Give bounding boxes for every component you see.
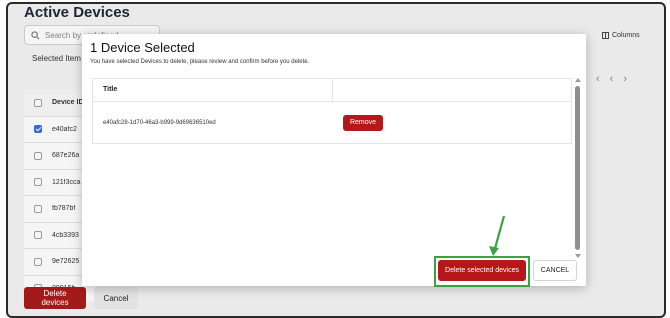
delete-selected-devices-button[interactable]: Delete selected devices [438, 260, 526, 281]
selected-devices-table: Title e40afc28-1d70-46a3-b999-9d69636510… [92, 78, 572, 144]
remove-button[interactable]: Remove [343, 114, 383, 131]
column-header-title: Title [93, 79, 333, 101]
scroll-down-icon[interactable] [574, 254, 581, 258]
scroll-up-icon[interactable] [574, 78, 581, 82]
dialog-scrollbar[interactable] [574, 78, 581, 258]
dialog-title: 1 Device Selected [90, 40, 195, 55]
dialog-cancel-button[interactable]: CANCEL [533, 260, 577, 281]
bottom-action-bar: Delete devices Cancel [8, 284, 664, 316]
table-header-row: Title [93, 79, 571, 102]
app-window: Active Devices Search by undefined Selec… [6, 2, 666, 318]
pointer-arrow-icon [489, 215, 506, 256]
delete-devices-button[interactable]: Delete devices [24, 287, 86, 309]
cancel-button[interactable]: Cancel [94, 287, 138, 309]
dialog-subtitle: You have selected Devices to delete, ple… [90, 59, 310, 65]
scrollbar-thumb[interactable] [575, 86, 580, 250]
table-row: e40afc28-1d70-46a3-b999-9d69636510ed Rem… [93, 102, 571, 143]
device-title: e40afc28-1d70-46a3-b999-9d69636510ed [103, 119, 216, 126]
